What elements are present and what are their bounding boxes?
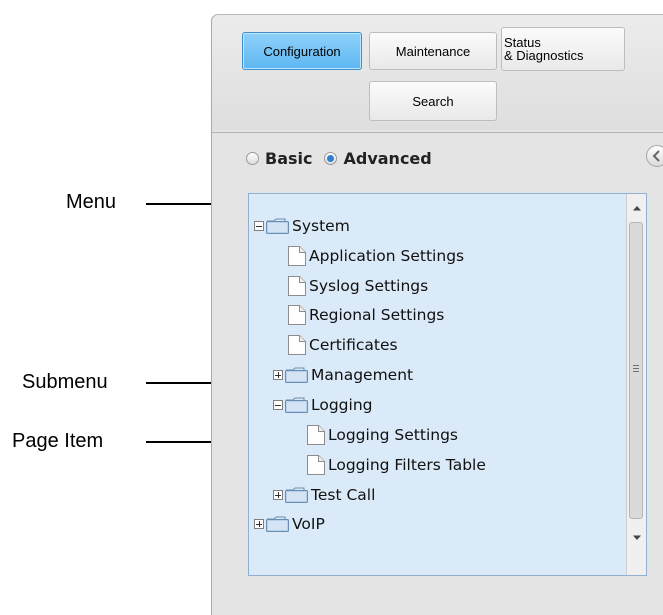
expand-voip-icon[interactable] — [254, 519, 264, 529]
submenu-callout-label: Submenu — [22, 371, 108, 393]
tree-label: Application Settings — [309, 247, 465, 265]
tree-page-application-settings[interactable]: Application Settings — [287, 244, 464, 268]
page-icon — [288, 276, 306, 296]
page-icon — [307, 425, 325, 445]
tab-configuration-label: Configuration — [263, 43, 341, 59]
tree-label: Syslog Settings — [309, 277, 429, 295]
chevron-left-icon — [652, 150, 660, 162]
tab-search-label: Search — [412, 93, 454, 109]
collapse-navigation-button[interactable] — [646, 145, 663, 167]
grip-line — [633, 371, 639, 372]
tree-submenu-test-call[interactable]: Test Call — [273, 483, 375, 507]
tree-page-regional-settings[interactable]: Regional Settings — [287, 303, 444, 327]
advanced-radio-label[interactable]: Advanced — [343, 149, 431, 168]
tree-label: Logging Filters Table — [328, 456, 486, 474]
grip-line — [633, 368, 639, 369]
tab-maintenance[interactable]: Maintenance — [369, 32, 497, 70]
tree-label: Management — [311, 366, 414, 384]
navigation-panel: Configuration Maintenance Status & Diagn… — [211, 14, 663, 615]
menu-mode-selector: Basic Advanced — [246, 147, 432, 169]
tree-page-certificates[interactable]: Certificates — [287, 333, 398, 357]
grip-line — [633, 365, 639, 366]
tab-status-label-line2: & Diagnostics — [504, 48, 584, 63]
scroll-thumb[interactable] — [629, 222, 643, 519]
expand-management-icon[interactable] — [273, 370, 283, 380]
tab-search[interactable]: Search — [369, 81, 497, 121]
folder-icon — [266, 516, 289, 532]
folder-icon — [285, 367, 308, 383]
tree-scrollbar[interactable] — [626, 194, 646, 575]
page-icon — [288, 246, 306, 266]
tree-label: Test Call — [311, 486, 376, 504]
expand-test-call-icon[interactable] — [273, 490, 283, 500]
tab-status-diagnostics[interactable]: Status & Diagnostics — [501, 27, 625, 71]
page-icon — [288, 305, 306, 325]
scroll-up-button[interactable] — [627, 198, 646, 218]
arrow-down-icon — [632, 535, 641, 540]
tree-label: System — [292, 217, 350, 235]
tree-label: Logging — [311, 396, 373, 414]
tree-label: Regional Settings — [309, 306, 445, 324]
tree-page-logging-filters-table[interactable]: Logging Filters Table — [306, 453, 486, 477]
tab-configuration[interactable]: Configuration — [242, 32, 362, 70]
tree-submenu-logging[interactable]: Logging — [273, 393, 373, 417]
folder-icon — [285, 397, 308, 413]
menu-callout-label: Menu — [66, 191, 117, 213]
tree-page-syslog-settings[interactable]: Syslog Settings — [287, 274, 428, 298]
tree-label: Certificates — [309, 336, 398, 354]
collapse-system-icon[interactable] — [254, 221, 264, 231]
navigation-tree: System Application Settings Syslog Setti… — [248, 193, 647, 576]
basic-radio[interactable] — [246, 151, 259, 165]
tree-label: VoIP — [292, 515, 325, 533]
basic-radio-label[interactable]: Basic — [265, 149, 312, 168]
page-icon — [288, 335, 306, 355]
tree-menu-voip[interactable]: VoIP — [254, 512, 325, 536]
page-icon — [307, 455, 325, 475]
tab-bar: Configuration Maintenance Status & Diagn… — [212, 15, 663, 130]
tree-label: Logging Settings — [328, 426, 458, 444]
tab-divider — [212, 132, 663, 133]
advanced-radio[interactable] — [324, 151, 338, 165]
arrow-up-icon — [632, 206, 641, 211]
tab-maintenance-label: Maintenance — [395, 43, 471, 59]
tree-submenu-management[interactable]: Management — [273, 363, 413, 387]
collapse-logging-icon[interactable] — [273, 400, 283, 410]
scroll-down-button[interactable] — [627, 528, 646, 548]
page-item-callout-label: Page Item — [12, 430, 104, 452]
folder-icon — [266, 218, 289, 234]
tree-page-logging-settings[interactable]: Logging Settings — [306, 423, 458, 447]
folder-icon — [285, 487, 308, 503]
tree-menu-system[interactable]: System — [254, 214, 350, 238]
